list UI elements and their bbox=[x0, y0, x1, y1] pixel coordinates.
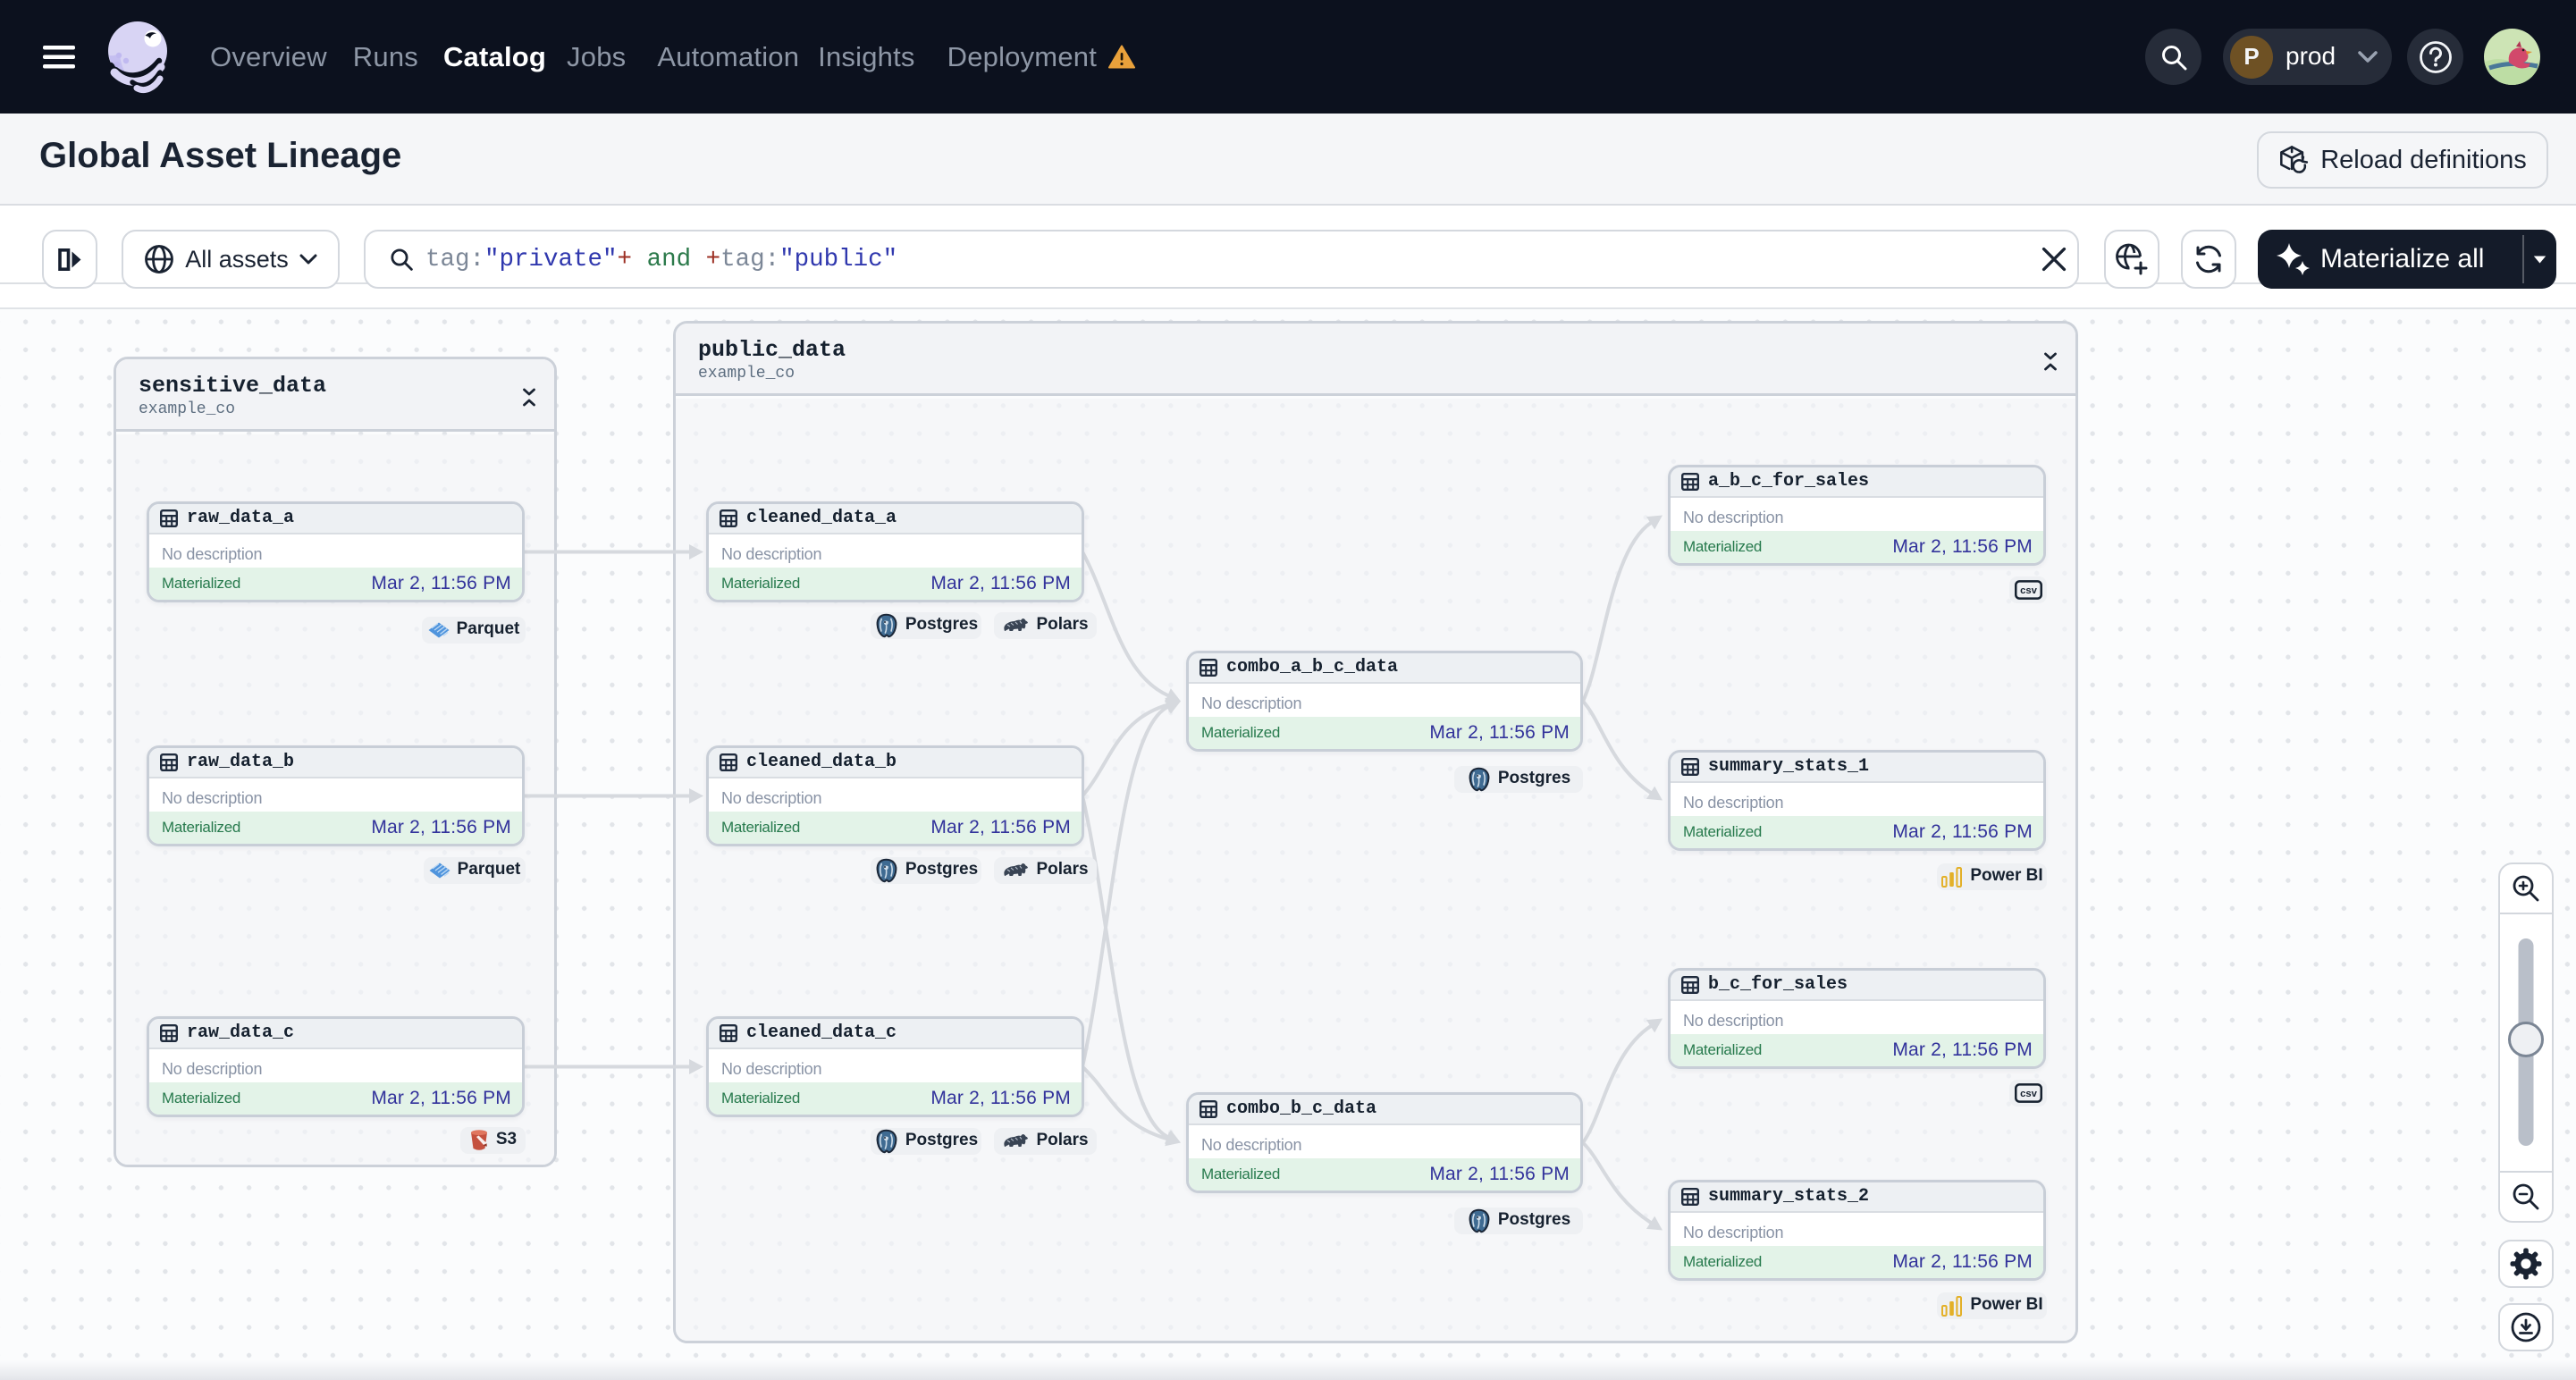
svg-text:csv: csv bbox=[2020, 1089, 2038, 1099]
svg-text:csv: csv bbox=[2020, 585, 2038, 596]
